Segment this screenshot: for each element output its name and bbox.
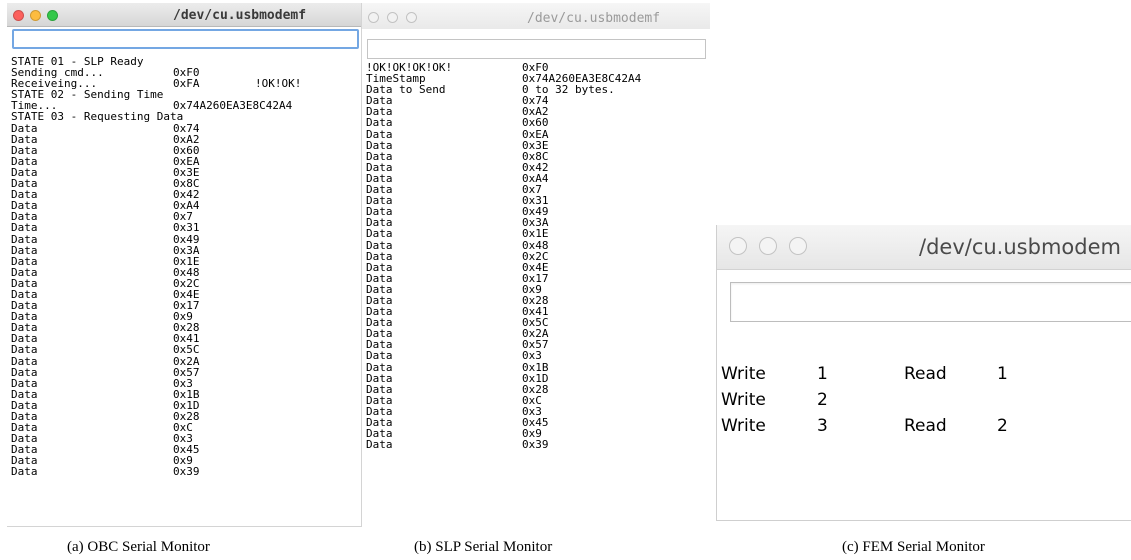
console-cell: Data [11, 232, 38, 246]
console-cell: Data [366, 360, 393, 374]
caption-obc: (a) OBC Serial Monitor [67, 539, 210, 555]
obc-serial-monitor-window: /dev/cu.usbmodemf STATE 01 - SLP Ready Se… [7, 3, 362, 527]
title-bar: /dev/cu.usbmodem [717, 225, 1131, 270]
close-icon[interactable] [13, 10, 24, 21]
send-input[interactable] [367, 39, 706, 59]
console-line: Data 0x2A [11, 354, 361, 368]
console-line: Data 0x5C [11, 344, 361, 355]
console-cell: 0xFA [173, 77, 200, 91]
console-cell: 0x1E [522, 227, 549, 241]
console-cell: 2 [817, 390, 828, 410]
console-cell: 0x74A260EA3E8C42A4 [173, 99, 293, 113]
console-cell: 0x48 [522, 238, 549, 252]
console-cell: 0x31 [173, 221, 200, 235]
console-cell: 3 [817, 416, 828, 436]
console-cell: 0x1B [522, 360, 549, 374]
close-icon[interactable] [729, 237, 747, 255]
slp-serial-monitor-window: /dev/cu.usbmodemf !OK!OK!OK!OK! 0xF0 TimeS… [362, 3, 710, 527]
console-output: Write 1 Read 1 Write 2 Write 3 Read 2 [721, 361, 1131, 439]
console-cell: Data [366, 238, 393, 252]
console-cell: 0x3 [522, 349, 542, 363]
console-line: Write 3 Read 2 [721, 413, 1131, 439]
console-cell: Data [11, 121, 38, 135]
console-cell: Data [366, 127, 393, 141]
console-cell: 1 [817, 364, 828, 384]
caption-slp: (b) SLP Serial Monitor [414, 539, 553, 555]
console-cell: 0x74 [173, 121, 200, 135]
console-line: Data 0xEA [366, 127, 710, 141]
console-line: Data 0x39 [366, 439, 710, 450]
console-cell: Data [11, 221, 38, 235]
console-cell: 0xEA [522, 127, 549, 141]
console-cell: !OK!OK! [255, 77, 302, 91]
console-cell: 2 [997, 416, 1008, 436]
console-line: Data 0x1B [366, 360, 710, 374]
console-cell: 1 [997, 364, 1008, 384]
console-cell: 0x39 [522, 438, 549, 452]
console-cell: Data [11, 354, 38, 368]
console-cell: STATE 03 - Requesting Data [11, 110, 184, 124]
console-output: STATE 01 - SLP Ready Sending cmd... 0xF0 Re… [11, 56, 361, 478]
minimize-icon[interactable] [30, 10, 41, 21]
title-bar: /dev/cu.usbmodemf [7, 3, 361, 27]
console-line: STATE 03 - Requesting Data [11, 111, 361, 122]
window-title: /dev/cu.usbmodemf [527, 11, 661, 26]
console-cell: 0x2A [173, 354, 200, 368]
console-cell: Read [904, 364, 947, 384]
minimize-icon[interactable] [387, 12, 398, 23]
console-line: Data 0x60 [366, 117, 710, 128]
console-cell: Data [11, 465, 38, 479]
console-line: Write 1 Read 1 [721, 361, 1131, 387]
console-cell: 0x49 [173, 232, 200, 246]
console-cell: Data [366, 349, 393, 363]
fem-serial-monitor-window: /dev/cu.usbmodem Write 1 Read 1 Write 2 Write 3… [716, 225, 1131, 521]
console-cell: Data [366, 438, 393, 452]
window-title: /dev/cu.usbmodem [919, 235, 1121, 259]
send-input[interactable] [12, 29, 359, 49]
console-line: Data 0x48 [366, 238, 710, 252]
console-cell: Write [721, 390, 766, 410]
console-line: Data 0x31 [11, 222, 361, 233]
send-input[interactable] [730, 282, 1131, 322]
zoom-icon[interactable] [406, 12, 417, 23]
console-cell: 0x60 [522, 116, 549, 130]
zoom-icon[interactable] [47, 10, 58, 21]
console-output: !OK!OK!OK!OK! 0xF0 TimeStamp 0x74A260EA3E8C… [366, 62, 710, 450]
console-cell: Data [366, 227, 393, 241]
title-bar: /dev/cu.usbmodemf [362, 3, 710, 29]
console-cell: 0x5C [173, 343, 200, 357]
window-title: /dev/cu.usbmodemf [173, 8, 307, 23]
close-icon[interactable] [368, 12, 379, 23]
console-cell: Data [366, 116, 393, 130]
zoom-icon[interactable] [789, 237, 807, 255]
console-cell: 0x39 [173, 465, 200, 479]
console-line: Write 2 [721, 387, 1131, 413]
console-line: Data 0x39 [11, 466, 361, 477]
console-cell: Data [11, 343, 38, 357]
console-cell: Write [721, 364, 766, 384]
console-line: Data 0x74 [11, 121, 361, 135]
minimize-icon[interactable] [759, 237, 777, 255]
console-line: Data 0x3 [366, 350, 710, 361]
console-line: Data 0x49 [11, 232, 361, 246]
console-cell: Write [721, 416, 766, 436]
console-cell: Read [904, 416, 947, 436]
console-line: Data 0x1E [366, 228, 710, 239]
caption-fem: (c) FEM Serial Monitor [842, 539, 985, 555]
